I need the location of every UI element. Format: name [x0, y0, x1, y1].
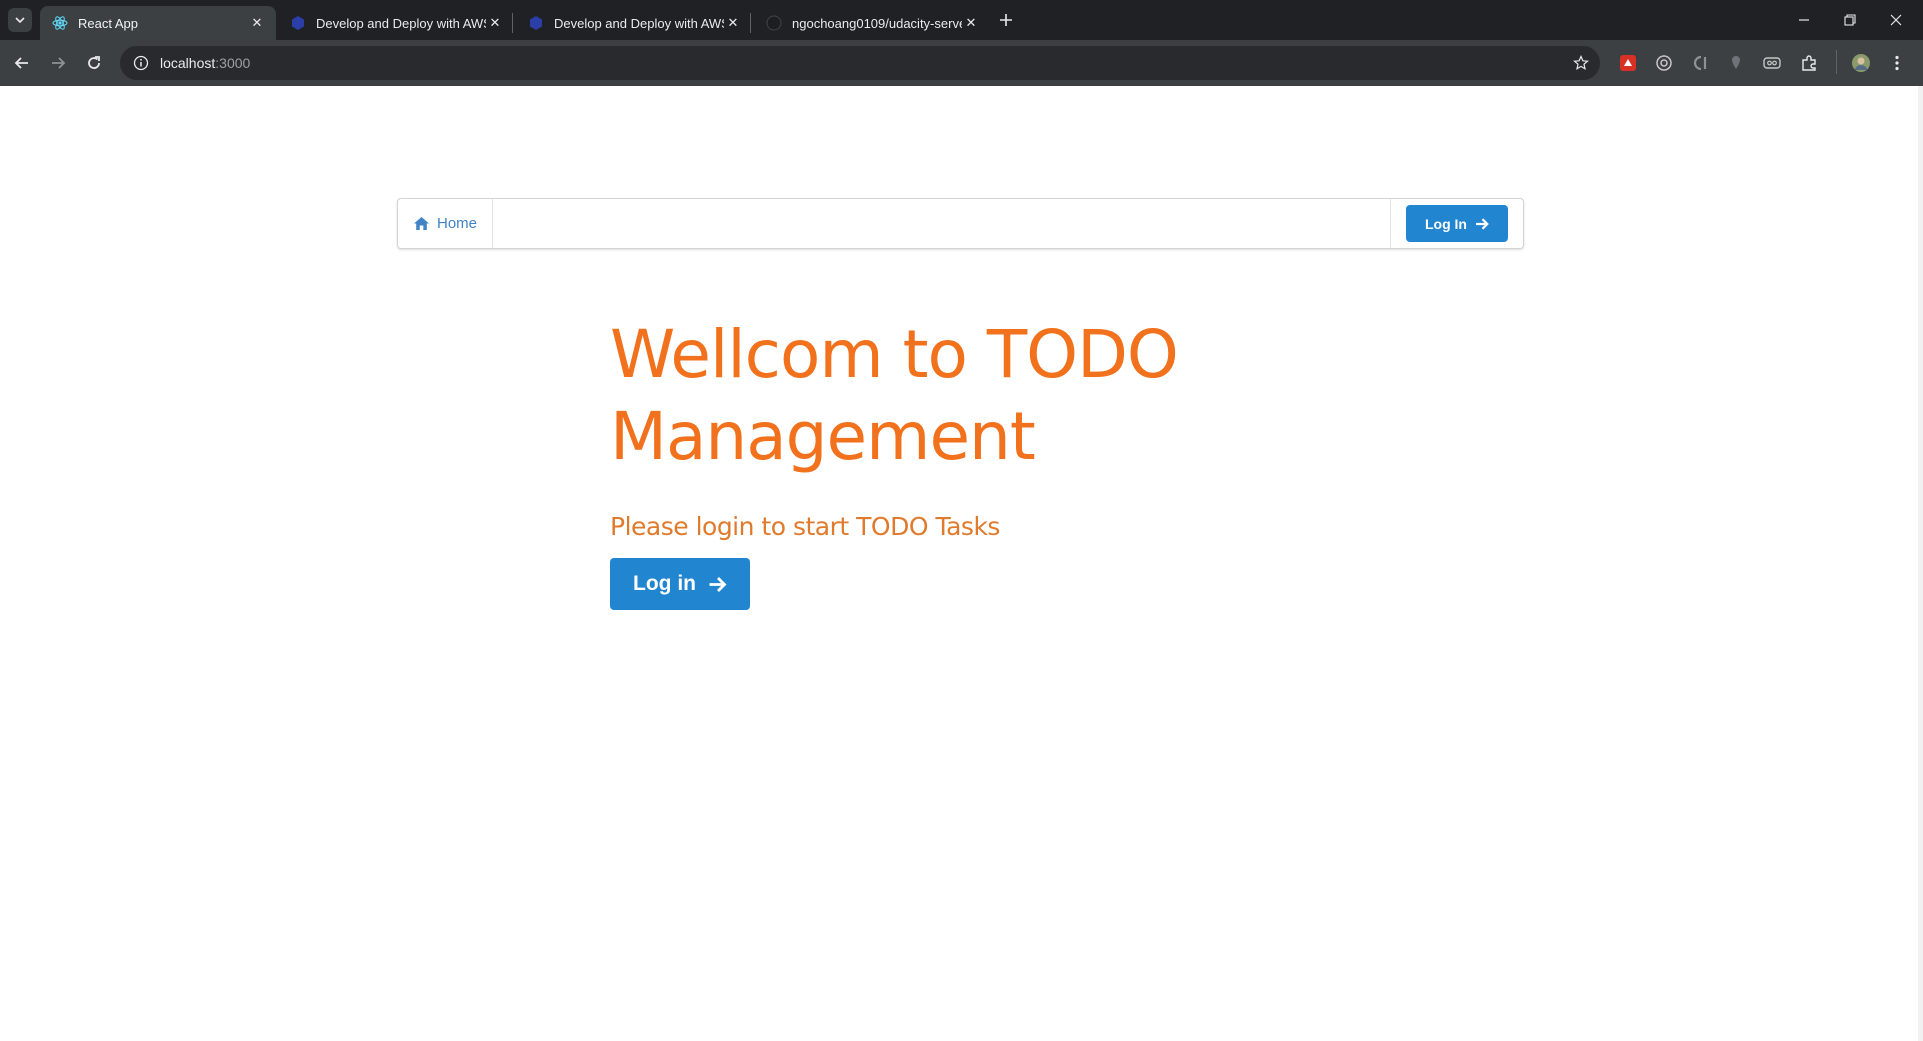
url-port: :3000: [215, 55, 251, 71]
extension-red-icon[interactable]: [1619, 54, 1637, 72]
url-text: localhost:3000: [160, 55, 250, 71]
menu-spacer: [493, 199, 1390, 248]
menu-right-section: Log In: [1390, 199, 1523, 248]
bookmark-star-icon[interactable]: [1572, 54, 1590, 72]
tab-close-icon[interactable]: ✕: [486, 14, 504, 32]
extension-ci-icon[interactable]: [1691, 54, 1709, 72]
url-host: localhost: [160, 55, 216, 71]
back-arrow-icon[interactable]: [6, 47, 38, 79]
page-scrollbar[interactable]: [1918, 86, 1923, 1041]
home-icon: [413, 215, 431, 233]
restore-icon[interactable]: [1827, 0, 1873, 40]
profile-avatar[interactable]: [1851, 53, 1871, 73]
tab-search-chevron-icon[interactable]: [8, 8, 32, 32]
tab-separator: [512, 13, 513, 33]
extensions-puzzle-icon[interactable]: [1800, 54, 1818, 72]
page-subtitle: Please login to start TODO Tasks: [610, 512, 1000, 541]
main-login-label: Log in: [633, 572, 696, 595]
header-login-button[interactable]: Log In: [1406, 205, 1508, 242]
toolbar-separator: [1836, 50, 1837, 74]
menu-home-label: Home: [437, 215, 478, 232]
site-info-icon[interactable]: [124, 46, 158, 80]
tab-close-icon[interactable]: ✕: [724, 14, 742, 32]
tab-close-icon[interactable]: ✕: [248, 14, 266, 32]
main-login-button[interactable]: Log in: [610, 558, 750, 610]
tab-separator: [750, 13, 751, 33]
forward-arrow-icon[interactable]: [42, 47, 74, 79]
tab-title: ngochoang0109/udacity-server: [792, 15, 962, 31]
browser-tab-aws-1[interactable]: Develop and Deploy with AWS ✕: [278, 6, 514, 40]
minimize-icon[interactable]: [1781, 0, 1827, 40]
extension-translate-icon[interactable]: [1763, 54, 1781, 72]
browser-toolbar: localhost:3000: [0, 40, 1923, 86]
header-login-label: Log In: [1425, 215, 1467, 232]
browser-tab-react-app[interactable]: React App ✕: [40, 6, 276, 40]
github-icon: [766, 15, 782, 31]
tab-title: Develop and Deploy with AWS: [316, 15, 486, 31]
browser-tab-aws-2[interactable]: Develop and Deploy with AWS ✕: [516, 6, 752, 40]
react-icon: [52, 15, 68, 31]
tab-title: Develop and Deploy with AWS: [554, 15, 724, 31]
window-close-icon[interactable]: [1873, 0, 1919, 40]
tab-close-icon[interactable]: ✕: [962, 14, 980, 32]
new-tab-plus-icon[interactable]: [992, 8, 1020, 32]
extension-pin-icon[interactable]: [1727, 54, 1745, 72]
browser-tab-strip: React App ✕ Develop and Deploy with AWS …: [0, 0, 1923, 40]
page-title: Wellcom to TODO Management: [610, 316, 1179, 475]
browser-tab-github[interactable]: ngochoang0109/udacity-server ✕: [754, 6, 990, 40]
arrow-right-icon: [708, 575, 727, 594]
tab-title: React App: [78, 15, 138, 31]
page-viewport: Home Log In Wellcom to TODO Management P…: [0, 86, 1918, 1041]
arrow-right-icon: [1475, 217, 1489, 231]
udacity-icon: [528, 15, 544, 31]
address-bar[interactable]: localhost:3000: [120, 46, 1600, 80]
extension-target-icon[interactable]: [1655, 54, 1673, 72]
menu-item-home[interactable]: Home: [398, 199, 494, 248]
browser-menu-kebab-icon[interactable]: [1888, 54, 1906, 72]
udacity-icon: [290, 15, 306, 31]
top-menu: Home Log In: [397, 198, 1524, 249]
reload-icon[interactable]: [78, 47, 110, 79]
